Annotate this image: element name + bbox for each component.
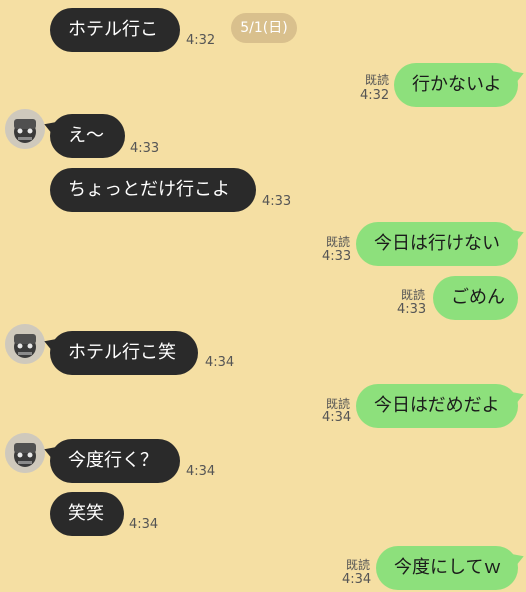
message-bubble-outgoing[interactable]: 今日は行けない [356, 222, 518, 266]
message-time: 4:34 [342, 572, 372, 587]
read-receipt: 既読 [365, 73, 390, 87]
message-time: 4:33 [262, 194, 292, 209]
message-time: 4:34 [322, 410, 352, 425]
message-time: 4:32 [360, 88, 390, 103]
message-time: 4:32 [186, 33, 216, 48]
date-separator: 5/1(日) [231, 13, 297, 43]
message-bubble-outgoing[interactable]: ごめん [433, 276, 518, 320]
message-bubble-incoming[interactable]: 笑笑 [50, 492, 124, 536]
read-receipt: 既読 [346, 558, 371, 572]
message-time: 4:33 [130, 141, 160, 156]
read-receipt: 既読 [401, 288, 426, 302]
contact-avatar[interactable] [5, 324, 45, 364]
contact-avatar[interactable] [5, 433, 45, 473]
avatar-icon [5, 109, 45, 149]
message-bubble-incoming[interactable]: ホテル行こ笑 [50, 331, 198, 375]
avatar-icon [5, 324, 45, 364]
contact-avatar[interactable] [5, 109, 45, 149]
message-time: 4:34 [205, 355, 235, 370]
message-bubble-incoming[interactable]: 今度行く？ [50, 439, 180, 483]
message-time: 4:33 [397, 302, 427, 317]
message-time: 4:34 [186, 464, 216, 479]
message-bubble-incoming[interactable]: ちょっとだけ行こよ [50, 168, 256, 212]
read-receipt: 既読 [326, 235, 351, 249]
message-bubble-outgoing[interactable]: 行かないよ [394, 63, 518, 107]
avatar-icon [5, 433, 45, 473]
message-bubble-incoming[interactable]: ホテル行こ [50, 8, 180, 52]
message-time: 4:34 [129, 517, 159, 532]
message-bubble-outgoing[interactable]: 今度にしてｗ [376, 546, 518, 590]
message-bubble-incoming[interactable]: え〜 [50, 114, 125, 158]
message-bubble-outgoing[interactable]: 今日はだめだよ [356, 384, 518, 428]
message-time: 4:33 [322, 249, 352, 264]
